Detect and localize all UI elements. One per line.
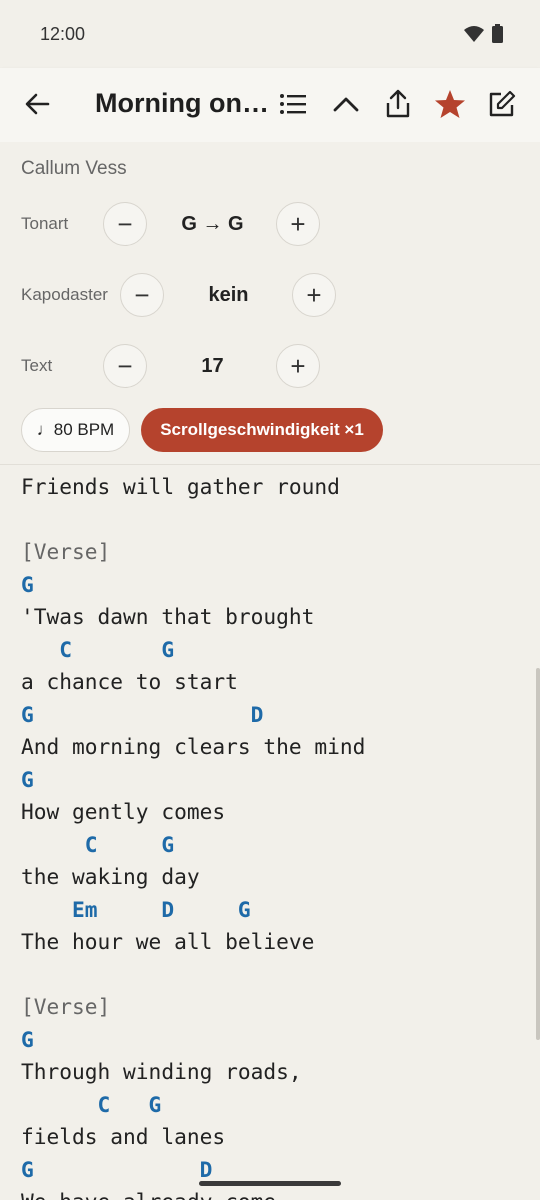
chord-line: G	[21, 1026, 34, 1052]
arrow-back-icon[interactable]	[19, 86, 55, 122]
lyric-line: fields and lanes	[21, 1124, 226, 1149]
lyric-line: 'Twas dawn that brought	[21, 604, 315, 629]
chord-line: G D	[21, 701, 264, 727]
song-title: Morning on t…	[95, 88, 270, 118]
status-time: 12:00	[40, 24, 86, 44]
chord-line: G	[21, 766, 34, 792]
lyric-line: the waking day	[21, 864, 200, 889]
text-size-minus-button[interactable]: −	[103, 344, 147, 388]
scrollbar[interactable]	[536, 668, 540, 1040]
lyric-line: a chance to start	[21, 669, 238, 694]
bpm-button[interactable]: ♩80 BPM	[21, 408, 130, 452]
text-size-value: 17	[201, 355, 224, 377]
share-icon[interactable]	[380, 86, 416, 122]
chord-line: G	[21, 571, 34, 597]
capo-label: Kapodaster	[21, 285, 108, 304]
battery-icon	[492, 24, 503, 48]
key-value: G → G	[181, 213, 244, 235]
chord-line: C G	[21, 636, 175, 662]
edit-icon[interactable]	[484, 86, 520, 122]
list-icon[interactable]	[275, 86, 311, 122]
lyric-line: We have already come	[21, 1186, 276, 1200]
key-label: Tonart	[21, 214, 69, 233]
chord-line: G D	[21, 1156, 213, 1182]
scroll-speed-button[interactable]: Scrollgeschwindigkeit ×1	[141, 408, 383, 452]
section-header: [Verse]	[21, 539, 111, 564]
lyric-line: The hour we all believe	[21, 929, 315, 954]
chord-sheet[interactable]: Friends will gather round [Verse] G 'Twas d…	[0, 465, 540, 1200]
text-size-label: Text	[21, 356, 53, 375]
key-plus-button[interactable]: +	[276, 202, 320, 246]
app-bar: Morning on t…	[0, 68, 540, 142]
chevron-up-icon[interactable]	[328, 86, 364, 122]
song-controls-panel: Callum Vess Tonart − G → G + Kapodaster …	[0, 142, 540, 465]
status-bar: 12:00	[0, 0, 540, 68]
lyric-line: How gently comes	[21, 799, 226, 824]
key-minus-button[interactable]: −	[103, 202, 147, 246]
wifi-icon	[464, 26, 484, 47]
lyric-line: Friends will gather round	[21, 474, 340, 499]
capo-value: kein	[208, 284, 249, 306]
capo-minus-button[interactable]: −	[120, 273, 164, 317]
capo-plus-button[interactable]: +	[292, 273, 336, 317]
star-icon[interactable]	[432, 86, 468, 122]
lyric-line: Through winding roads,	[21, 1059, 302, 1084]
home-indicator[interactable]	[199, 1181, 341, 1186]
chord-line: C G	[21, 1091, 162, 1117]
chord-line: Em D G	[21, 896, 251, 922]
song-author: Callum Vess	[21, 158, 127, 179]
text-size-plus-button[interactable]: +	[276, 344, 320, 388]
section-header: [Verse]	[21, 994, 111, 1019]
lyric-line: And morning clears the mind	[21, 734, 366, 759]
chord-line: C G	[21, 831, 175, 857]
